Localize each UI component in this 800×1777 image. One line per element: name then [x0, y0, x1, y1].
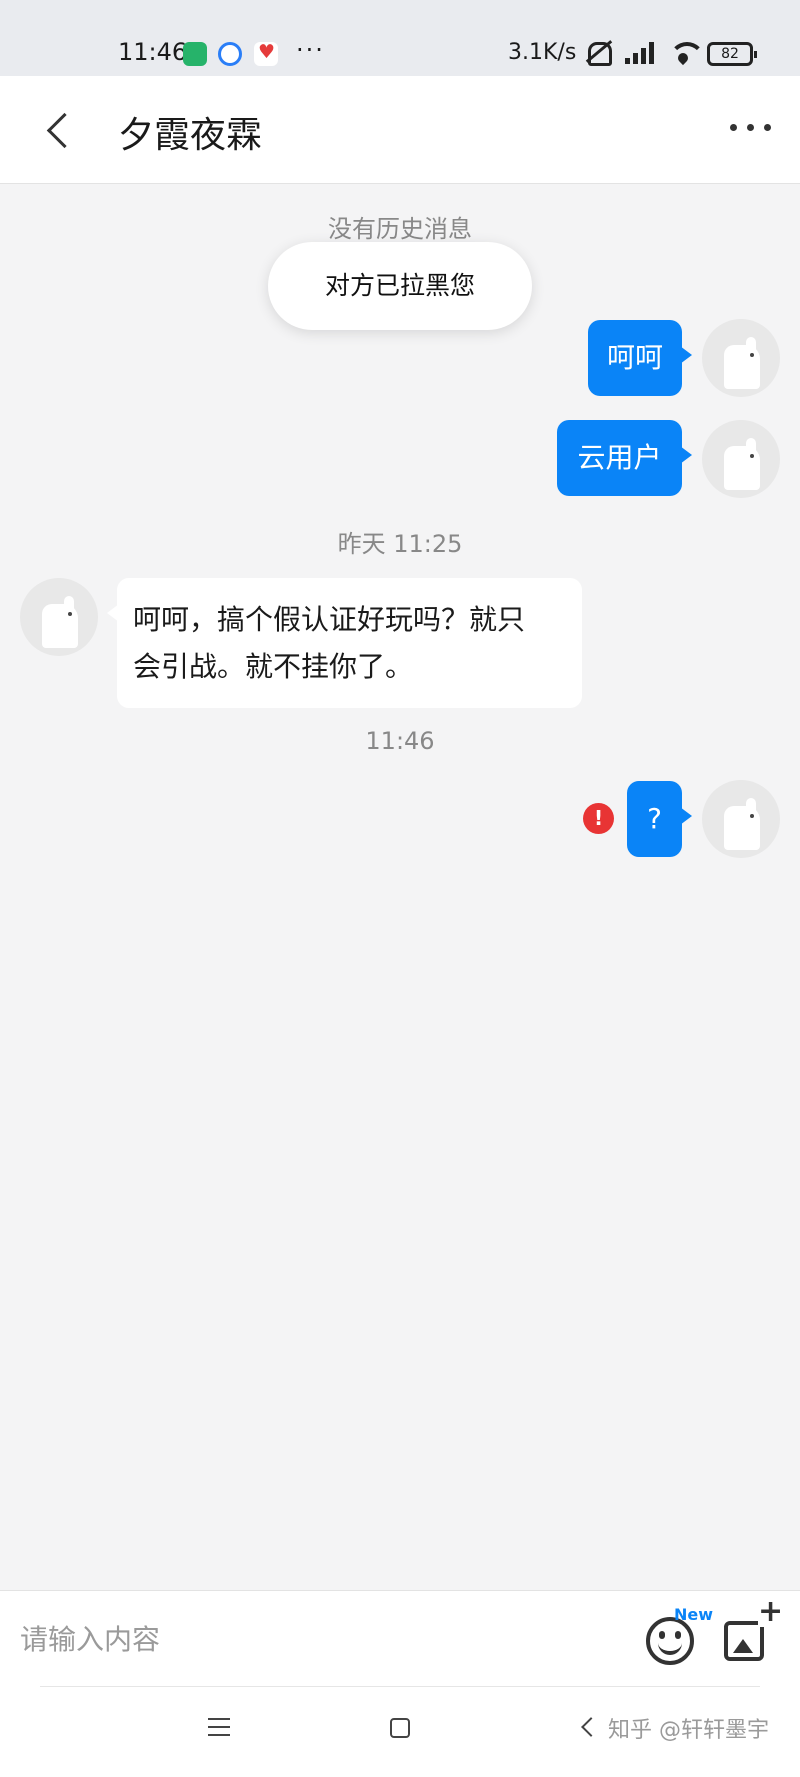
message-bubble-outgoing[interactable]: 云用户 — [557, 420, 692, 496]
system-nav-bar: 知乎 @轩轩墨宇 — [0, 1686, 800, 1777]
chat-title: 夕霞夜霖 — [118, 115, 263, 156]
timestamp: 昨天 11:25 — [337, 530, 463, 558]
signal-icon — [625, 40, 655, 64]
nav-back-icon[interactable] — [578, 1718, 596, 1736]
home-icon[interactable] — [390, 1718, 410, 1738]
message-bubble-outgoing[interactable]: 呵呵 — [588, 320, 692, 396]
my-avatar[interactable] — [702, 319, 780, 397]
message-line: 会引战。就不挂你了。 — [133, 650, 414, 683]
blocked-toast: 对方已拉黑您 — [268, 242, 532, 330]
message-bubble-outgoing[interactable]: ? — [627, 781, 692, 857]
new-badge: New — [674, 1605, 714, 1624]
contact-avatar[interactable] — [20, 578, 98, 656]
input-bar: New — [0, 1590, 800, 1686]
no-history-text: 没有历史消息 — [328, 215, 472, 243]
watermark: 知乎 @轩轩墨宇 — [608, 1718, 769, 1743]
status-bar: 11:46 ··· 3.1K/s 82 — [0, 0, 800, 76]
timestamp: 11:46 — [365, 727, 435, 755]
image-add-icon[interactable] — [724, 1597, 780, 1661]
back-icon[interactable] — [44, 110, 70, 150]
message-line: 呵呵，搞个假认证好玩吗？就只 — [133, 603, 526, 636]
wifi-icon — [667, 40, 705, 64]
error-icon[interactable]: ! — [583, 803, 614, 834]
status-time: 11:46 — [118, 38, 188, 66]
mute-bell-icon — [583, 40, 613, 66]
my-avatar[interactable] — [702, 780, 780, 858]
chat-header: 夕霞夜霖 — [0, 76, 800, 184]
network-speed: 3.1K/s — [508, 40, 577, 65]
menu-icon[interactable] — [208, 1718, 230, 1736]
browser-app-icon — [218, 42, 242, 66]
more-icon[interactable] — [730, 124, 771, 131]
battery-indicator: 82 — [707, 42, 757, 66]
status-more-icon: ··· — [296, 36, 325, 64]
emoji-icon[interactable] — [646, 1617, 694, 1665]
message-input[interactable] — [20, 1613, 620, 1665]
my-avatar[interactable] — [702, 420, 780, 498]
message-bubble-incoming[interactable]: 呵呵，搞个假认证好玩吗？就只 会引战。就不挂你了。 — [107, 578, 582, 708]
divider — [40, 1686, 760, 1687]
heart-app-icon — [254, 41, 278, 66]
shield-app-icon — [183, 42, 207, 66]
